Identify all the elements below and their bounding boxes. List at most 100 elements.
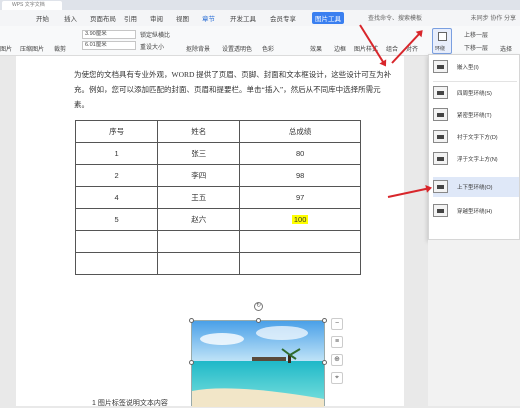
border-button[interactable]: 边框	[334, 44, 346, 53]
wrap-front-item[interactable]: 浮于文字上方(N)	[433, 149, 519, 169]
through-wrap-icon	[433, 204, 448, 217]
wrap-item-label: 四周型环绕(S)	[457, 91, 492, 97]
menu-divider	[433, 81, 517, 82]
menu-view[interactable]: 视图	[176, 13, 189, 23]
menu-home[interactable]: 开始	[36, 13, 49, 23]
menu-references[interactable]: 引用	[124, 13, 137, 23]
top-bottom-wrap-icon	[433, 180, 448, 193]
menu-developer[interactable]: 开发工具	[230, 13, 256, 23]
table-row	[74, 230, 361, 253]
picture-button[interactable]: 图片	[0, 44, 12, 53]
image-caption: 1 图片标签说明文本内容	[92, 400, 168, 407]
table-cell[interactable]	[239, 252, 361, 275]
table-row: 4 王五 97	[74, 186, 361, 209]
inline-wrap-icon	[433, 60, 448, 73]
tight-wrap-icon	[433, 108, 448, 121]
resize-handle-ml[interactable]	[189, 360, 194, 365]
table-cell[interactable]	[157, 252, 241, 275]
menu-review[interactable]: 审阅	[150, 13, 163, 23]
lock-ratio-checkbox[interactable]: 锁定纵横比	[140, 30, 170, 39]
send-backward-button[interactable]: 下移一层	[464, 43, 488, 52]
table-cell[interactable]: 张三	[157, 142, 241, 165]
wrap-tight-item[interactable]: 紧密型环绕(T)	[433, 105, 519, 125]
menu-section[interactable]: 章节	[202, 13, 215, 23]
table-cell[interactable]: 80	[239, 142, 361, 165]
select-button[interactable]: 选择	[500, 44, 512, 53]
table-cell[interactable]	[74, 252, 159, 275]
bring-forward-button[interactable]: 上移一层	[464, 30, 488, 39]
wrap-text-button[interactable]: 环绕	[432, 28, 452, 54]
header-name[interactable]: 姓名	[157, 120, 241, 143]
table-cell[interactable]: 1	[74, 142, 159, 165]
table-cell[interactable]: 100	[239, 208, 361, 231]
square-wrap-icon	[433, 86, 448, 99]
body-paragraph[interactable]: 为使您的文档具有专业外观，WORD 提供了页眉、页脚、封面和文本框设计，这些设计…	[74, 67, 392, 112]
effects-button[interactable]: 效果	[310, 44, 322, 53]
selected-image[interactable]	[191, 320, 325, 407]
width-input[interactable]: 6.01厘米	[82, 41, 136, 50]
compress-button[interactable]: 压缩图片	[20, 44, 44, 53]
height-input[interactable]: 3.90厘米	[82, 30, 136, 39]
reset-size-button[interactable]: 重设大小	[140, 42, 164, 51]
menu-picture-tools[interactable]: 图片工具	[312, 12, 344, 24]
menu-insert[interactable]: 插入	[64, 13, 77, 23]
wrap-inline-item[interactable]: 嵌入型(I)	[433, 57, 519, 77]
table-cell[interactable]: 98	[239, 164, 361, 187]
menu-layout[interactable]: 页面布局	[90, 13, 116, 23]
resize-handle-mr[interactable]	[322, 360, 327, 365]
title-bar: WPS 文字文档	[0, 0, 520, 10]
resize-handle-tl[interactable]	[189, 318, 194, 323]
wrap-item-label: 紧密型环绕(T)	[457, 113, 492, 119]
table-cell[interactable]: 5	[74, 208, 159, 231]
wrap-item-label: 衬于文字下方(D)	[457, 135, 498, 141]
wrap-item-label: 上下型环绕(O)	[457, 185, 493, 191]
table-row: 5 赵六 100	[74, 208, 361, 231]
right-blank-pane	[428, 240, 520, 406]
in-front-text-icon	[433, 152, 448, 165]
table-cell[interactable]	[74, 230, 159, 253]
wrap-dropdown-menu: 嵌入型(I) 四周型环绕(S) 紧密型环绕(T) 衬于文字下方(D) 浮于文字上…	[428, 54, 520, 240]
table-cell[interactable]: 2	[74, 164, 159, 187]
menu-member[interactable]: 会员专享	[270, 13, 296, 23]
menu-bar: 开始 插入 页面布局 引用 审阅 视图 章节 开发工具 会员专享 图片工具 查找…	[0, 10, 520, 26]
grade-table[interactable]: 序号 姓名 总成绩 1 张三 80 2 李四 98 4 王五 97 5 赵六 1…	[74, 120, 361, 275]
crop-icon[interactable]: ⌖	[331, 372, 343, 384]
command-search[interactable]: 查找命令、搜索模板	[368, 13, 422, 22]
layout-options-icon[interactable]: ≡	[331, 336, 343, 348]
table-cell[interactable]: 4	[74, 186, 159, 209]
crop-button[interactable]: 裁剪	[54, 44, 66, 53]
wrap-icon	[438, 32, 447, 41]
header-score[interactable]: 总成绩	[239, 120, 361, 143]
resize-handle-tr[interactable]	[322, 318, 327, 323]
rotate-handle-icon[interactable]: ↻	[254, 302, 263, 311]
table-header-row: 序号 姓名 总成绩	[74, 120, 361, 143]
table-cell[interactable]: 97	[239, 186, 361, 209]
table-cell[interactable]: 赵六	[157, 208, 241, 231]
remove-bg-button[interactable]: 抠除背景	[186, 44, 210, 53]
table-cell[interactable]	[239, 230, 361, 253]
table-row: 2 李四 98	[74, 164, 361, 187]
beach-scene-svg	[192, 321, 324, 407]
wrap-label: 环绕	[435, 46, 446, 52]
wrap-behind-item[interactable]: 衬于文字下方(D)	[433, 127, 519, 147]
table-row	[74, 252, 361, 275]
highlighted-score: 100	[291, 215, 309, 224]
document-tab[interactable]: WPS 文字文档	[2, 1, 62, 10]
resize-handle-tc[interactable]	[256, 318, 261, 323]
table-cell[interactable]: 王五	[157, 186, 241, 209]
wrap-square-item[interactable]: 四周型环绕(S)	[433, 83, 519, 103]
wrap-top-bottom-item[interactable]: 上下型环绕(O)	[433, 177, 519, 197]
table-cell[interactable]	[157, 230, 241, 253]
beach-photo	[192, 321, 324, 407]
wrap-through-item[interactable]: 穿越型环绕(H)	[433, 201, 519, 221]
transparent-color-button[interactable]: 设置透明色	[222, 44, 252, 53]
header-index[interactable]: 序号	[74, 120, 159, 143]
table-cell[interactable]: 李四	[157, 164, 241, 187]
zoom-in-icon[interactable]: ⊕	[331, 354, 343, 366]
image-side-tools: − ≡ ⊕ ⌖	[331, 318, 345, 390]
group-button[interactable]: 组合	[386, 44, 398, 53]
collapse-icon[interactable]: −	[331, 318, 343, 330]
sync-share-group[interactable]: 未同步 协作 分享	[471, 13, 516, 22]
wrap-item-label: 嵌入型(I)	[457, 65, 479, 71]
color-button[interactable]: 色彩	[262, 44, 274, 53]
